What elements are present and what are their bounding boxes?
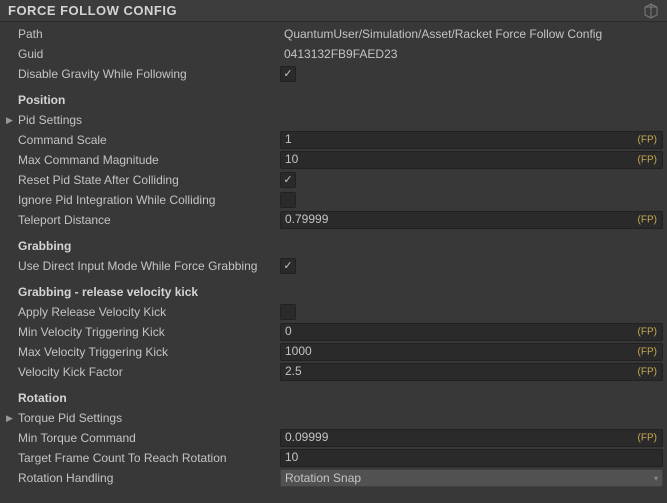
field-reset-pid: Reset Pid State After Colliding <box>0 170 667 190</box>
path-label: Path <box>18 27 280 41</box>
max-command-input[interactable]: 10 <box>280 151 663 169</box>
field-max-velocity: Max Velocity Triggering Kick 1000 (FP) <box>0 342 667 362</box>
field-min-torque: Min Torque Command 0.09999 (FP) <box>0 428 667 448</box>
chevron-right-icon: ▶ <box>6 413 16 424</box>
position-heading: Position <box>18 93 65 107</box>
teleport-label: Teleport Distance <box>18 213 280 227</box>
min-vel-input[interactable]: 0 <box>280 323 663 341</box>
field-min-velocity: Min Velocity Triggering Kick 0 (FP) <box>0 322 667 342</box>
direct-input-checkbox[interactable] <box>280 258 296 274</box>
rotation-heading: Rotation <box>18 391 67 405</box>
command-scale-label: Command Scale <box>18 133 280 147</box>
field-apply-kick: Apply Release Velocity Kick <box>0 302 667 322</box>
field-disable-gravity: Disable Gravity While Following <box>0 64 667 84</box>
inspector-title: FORCE FOLLOW CONFIG <box>8 3 177 18</box>
ignore-pid-checkbox[interactable] <box>280 192 296 208</box>
section-rotation: Rotation <box>0 388 667 408</box>
min-vel-label: Min Velocity Triggering Kick <box>18 325 280 339</box>
ignore-pid-label: Ignore Pid Integration While Colliding <box>18 193 280 207</box>
rotation-handling-label: Rotation Handling <box>18 471 280 485</box>
field-target-frame: Target Frame Count To Reach Rotation 10 <box>0 448 667 468</box>
teleport-input[interactable]: 0.79999 <box>280 211 663 229</box>
target-frame-label: Target Frame Count To Reach Rotation <box>18 451 280 465</box>
max-vel-label: Max Velocity Triggering Kick <box>18 345 280 359</box>
kick-factor-input[interactable]: 2.5 <box>280 363 663 381</box>
inspector-header: FORCE FOLLOW CONFIG <box>0 0 667 22</box>
min-torque-input[interactable]: 0.09999 <box>280 429 663 447</box>
field-teleport-distance: Teleport Distance 0.79999 (FP) <box>0 210 667 230</box>
field-command-scale: Command Scale 1 (FP) <box>0 130 667 150</box>
min-torque-label: Min Torque Command <box>18 431 280 445</box>
section-position: Position <box>0 90 667 110</box>
disable-gravity-label: Disable Gravity While Following <box>18 67 280 81</box>
path-value: QuantumUser/Simulation/Asset/Racket Forc… <box>280 27 602 41</box>
rotation-handling-dropdown[interactable]: Rotation Snap ▾ <box>280 469 663 487</box>
apply-kick-label: Apply Release Velocity Kick <box>18 305 280 319</box>
field-rotation-handling: Rotation Handling Rotation Snap ▾ <box>0 468 667 488</box>
section-grabbing: Grabbing <box>0 236 667 256</box>
field-guid: Guid 0413132FB9FAED23 <box>0 44 667 64</box>
chevron-right-icon: ▶ <box>6 115 16 126</box>
guid-label: Guid <box>18 47 280 61</box>
torque-pid-label: Torque Pid Settings <box>18 411 122 425</box>
disable-gravity-checkbox[interactable] <box>280 66 296 82</box>
field-path: Path QuantumUser/Simulation/Asset/Racket… <box>0 24 667 44</box>
foldout-pid-settings[interactable]: ▶ Pid Settings <box>0 110 667 130</box>
apply-kick-checkbox[interactable] <box>280 304 296 320</box>
reset-pid-checkbox[interactable] <box>280 172 296 188</box>
reset-pid-label: Reset Pid State After Colliding <box>18 173 280 187</box>
chevron-down-icon: ▾ <box>654 474 658 483</box>
field-kick-factor: Velocity Kick Factor 2.5 (FP) <box>0 362 667 382</box>
inspector-body: Path QuantumUser/Simulation/Asset/Racket… <box>0 22 667 490</box>
max-vel-input[interactable]: 1000 <box>280 343 663 361</box>
guid-value: 0413132FB9FAED23 <box>280 47 397 61</box>
asset-icon[interactable] <box>643 3 659 19</box>
field-max-command: Max Command Magnitude 10 (FP) <box>0 150 667 170</box>
grabbing-heading: Grabbing <box>18 239 71 253</box>
field-ignore-pid: Ignore Pid Integration While Colliding <box>0 190 667 210</box>
release-heading: Grabbing - release velocity kick <box>18 285 198 299</box>
target-frame-input[interactable]: 10 <box>280 449 663 467</box>
section-release-kick: Grabbing - release velocity kick <box>0 282 667 302</box>
pid-settings-label: Pid Settings <box>18 113 82 127</box>
kick-factor-label: Velocity Kick Factor <box>18 365 280 379</box>
foldout-torque-pid[interactable]: ▶ Torque Pid Settings <box>0 408 667 428</box>
command-scale-input[interactable]: 1 <box>280 131 663 149</box>
direct-input-label: Use Direct Input Mode While Force Grabbi… <box>18 259 280 273</box>
field-direct-input: Use Direct Input Mode While Force Grabbi… <box>0 256 667 276</box>
rotation-handling-value: Rotation Snap <box>285 471 361 485</box>
max-command-label: Max Command Magnitude <box>18 153 280 167</box>
